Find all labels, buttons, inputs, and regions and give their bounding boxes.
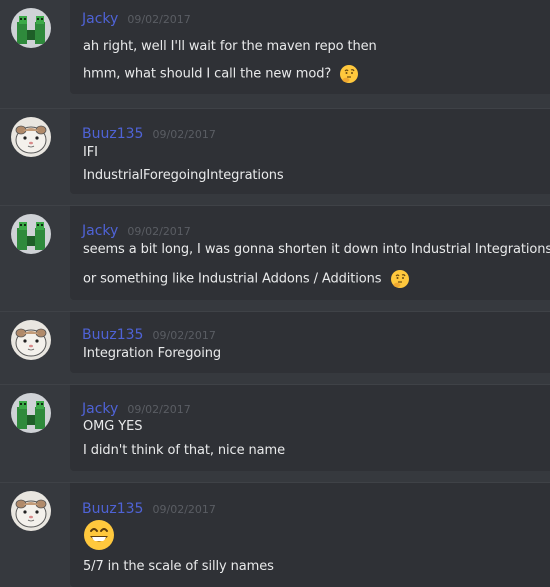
avatar[interactable]: [11, 393, 51, 433]
message-line: or something like Industrial Addons / Ad…: [83, 271, 382, 287]
username[interactable]: Buuz135: [82, 501, 143, 517]
username[interactable]: Jacky: [82, 401, 118, 417]
message-line: Integration Foregoing: [83, 346, 221, 361]
avatar[interactable]: [11, 320, 51, 360]
timestamp: 09/02/2017: [127, 225, 191, 238]
message-header: Buuz135 09/02/2017: [82, 123, 216, 142]
message-header: Jacky 09/02/2017: [82, 220, 191, 239]
avatar[interactable]: [11, 8, 51, 48]
hamster-avatar-icon: [11, 117, 51, 157]
message-line: hmm, what should I call the new mod?: [83, 66, 332, 82]
message-line: IFI: [83, 145, 98, 160]
thinking-face-icon: [390, 269, 410, 289]
hamster-avatar-icon: [11, 320, 51, 360]
avatar[interactable]: [11, 491, 51, 531]
message-line: 5/7 in the scale of silly names: [83, 559, 274, 574]
message-line: OMG YES: [83, 419, 143, 434]
timestamp: 09/02/2017: [152, 128, 216, 141]
message-text: I didn't think of that, nice name: [83, 443, 285, 458]
message-header: Buuz135 09/02/2017: [82, 324, 216, 343]
message-line: IndustrialForegoingIntegrations: [83, 168, 284, 183]
username[interactable]: Jacky: [82, 223, 118, 239]
message-line: ah right, well I'll wait for the maven r…: [83, 39, 377, 54]
timestamp: 09/02/2017: [127, 403, 191, 416]
message-text: Integration Foregoing: [83, 346, 221, 361]
username[interactable]: Jacky: [82, 11, 118, 27]
thinking-face-icon: [339, 64, 359, 84]
message-group: Jacky 09/02/2017 OMG YES I didn't think …: [0, 384, 550, 475]
timestamp: 09/02/2017: [152, 329, 216, 342]
avatar[interactable]: [11, 214, 51, 254]
message-line: I didn't think of that, nice name: [83, 443, 285, 458]
username[interactable]: Buuz135: [82, 327, 143, 343]
message-header: Jacky 09/02/2017: [82, 398, 191, 417]
message-group: Jacky 09/02/2017 ah right, well I'll wai…: [0, 0, 550, 98]
creeper-avatar-icon: [11, 214, 51, 254]
grinning-face-icon: [83, 519, 115, 555]
message-text: ah right, well I'll wait for the maven r…: [83, 39, 377, 54]
hamster-avatar-icon: [11, 491, 51, 531]
message-group: Buuz135 09/02/2017 IFI IndustrialForegoi…: [0, 108, 550, 198]
message-text: seems a bit long, I was gonna shorten it…: [83, 242, 550, 257]
message-text: IndustrialForegoingIntegrations: [83, 168, 284, 183]
message-group: Buuz135 09/02/2017 5/7 in the scale of s…: [0, 482, 550, 587]
timestamp: 09/02/2017: [127, 13, 191, 26]
message-text: hmm, what should I call the new mod?: [83, 64, 359, 84]
message-header: Jacky 09/02/2017: [82, 8, 191, 27]
username[interactable]: Buuz135: [82, 126, 143, 142]
message-text: or something like Industrial Addons / Ad…: [83, 269, 410, 289]
creeper-avatar-icon: [11, 393, 51, 433]
message-text: IFI: [83, 145, 98, 160]
message-line: seems a bit long, I was gonna shorten it…: [83, 242, 550, 257]
timestamp: 09/02/2017: [152, 503, 216, 516]
avatar[interactable]: [11, 117, 51, 157]
message-text: 5/7 in the scale of silly names: [83, 559, 274, 574]
creeper-avatar-icon: [11, 8, 51, 48]
message-group: Buuz135 09/02/2017 Integration Foregoing: [0, 311, 550, 377]
message-header: Buuz135 09/02/2017: [82, 498, 216, 517]
message-group: Jacky 09/02/2017 seems a bit long, I was…: [0, 205, 550, 304]
message-text: OMG YES: [83, 419, 142, 434]
